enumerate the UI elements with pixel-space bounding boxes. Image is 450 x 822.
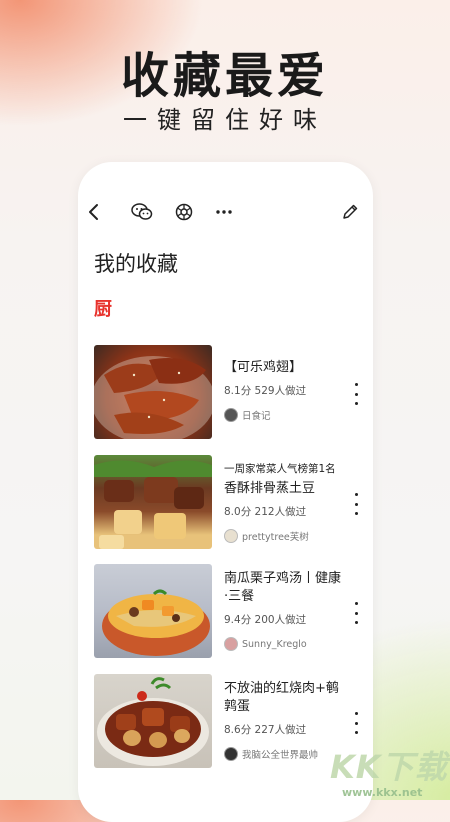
phone-screen: 我的收藏 厨 【可乐鸡翅】 8.1分 529人做过 日食记 一周家常菜人气榜第1… <box>78 162 373 822</box>
recipe-title: 不放油的红烧肉+鹌鹑蛋 <box>224 681 339 714</box>
recipe-author[interactable]: prettytree芙树 <box>224 529 344 543</box>
recipe-meta: 8.0分 212人做过 <box>224 506 307 518</box>
recipe-author[interactable]: Sunny_Kreglo <box>224 637 344 651</box>
author-name: Sunny_Kreglo <box>242 638 307 650</box>
recipe-title: 南瓜栗子鸡汤丨健康·三餐 <box>224 571 342 604</box>
more-icon <box>216 210 232 214</box>
back-icon <box>89 204 98 220</box>
toolbar <box>78 198 373 226</box>
avatar <box>224 637 238 651</box>
author-name: 日食记 <box>242 411 271 422</box>
recipe-more-button[interactable] <box>348 383 364 405</box>
recipe-more-button[interactable] <box>348 602 364 624</box>
recipe-thumbnail[interactable] <box>94 674 212 768</box>
edit-icon <box>343 204 358 219</box>
edit-button[interactable] <box>336 198 364 226</box>
recipe-author[interactable]: 日食记 <box>224 408 344 422</box>
recipe-meta: 9.4分 200人做过 <box>224 614 307 626</box>
recipe-tag: 一周家常菜人气榜第1名 <box>224 463 336 475</box>
recipe-thumbnail[interactable] <box>94 564 212 658</box>
recipe-title: 【可乐鸡翅】 <box>224 360 303 375</box>
watermark-brand: KK下载 <box>330 748 448 786</box>
section-badge: 厨 <box>94 299 112 320</box>
back-button[interactable] <box>80 198 108 226</box>
more-options-button[interactable] <box>210 198 238 226</box>
wechat-button[interactable] <box>128 198 156 226</box>
share-button[interactable] <box>170 198 198 226</box>
hero-title: 收藏最爱 <box>120 48 329 104</box>
recipe-meta: 8.1分 529人做过 <box>224 385 307 397</box>
avatar <box>224 529 238 543</box>
recipe-more-button[interactable] <box>348 493 364 515</box>
site-watermark: KK下载 www.kkx.net <box>330 742 450 800</box>
share-icon <box>175 203 193 221</box>
recipe-card[interactable]: 不放油的红烧肉+鹌鹑蛋 8.6分 227人做过 我脑公全世界最帅 <box>94 674 364 770</box>
watermark-url: www.kkx.net <box>342 786 423 799</box>
recipe-card[interactable]: 南瓜栗子鸡汤丨健康·三餐 9.4分 200人做过 Sunny_Kreglo <box>94 564 364 660</box>
recipe-meta: 8.6分 227人做过 <box>224 724 307 736</box>
recipe-card[interactable]: 一周家常菜人气榜第1名 香酥排骨蒸土豆 8.0分 212人做过 prettytr… <box>94 455 364 551</box>
wechat-icon <box>131 203 153 220</box>
recipe-card[interactable]: 【可乐鸡翅】 8.1分 529人做过 日食记 <box>94 345 364 441</box>
avatar <box>224 408 238 422</box>
author-name: 我脑公全世界最帅 <box>242 750 319 761</box>
author-name: prettytree芙树 <box>242 532 309 543</box>
avatar <box>224 747 238 761</box>
recipe-title: 香酥排骨蒸土豆 <box>224 481 316 496</box>
recipe-more-button[interactable] <box>348 712 364 734</box>
recipe-thumbnail[interactable] <box>94 455 212 549</box>
recipe-thumbnail[interactable] <box>94 345 212 439</box>
page-title: 我的收藏 <box>94 252 178 276</box>
hero-subtitle: 一键留住好味 <box>123 106 327 134</box>
recipe-author[interactable]: 我脑公全世界最帅 <box>224 747 344 761</box>
